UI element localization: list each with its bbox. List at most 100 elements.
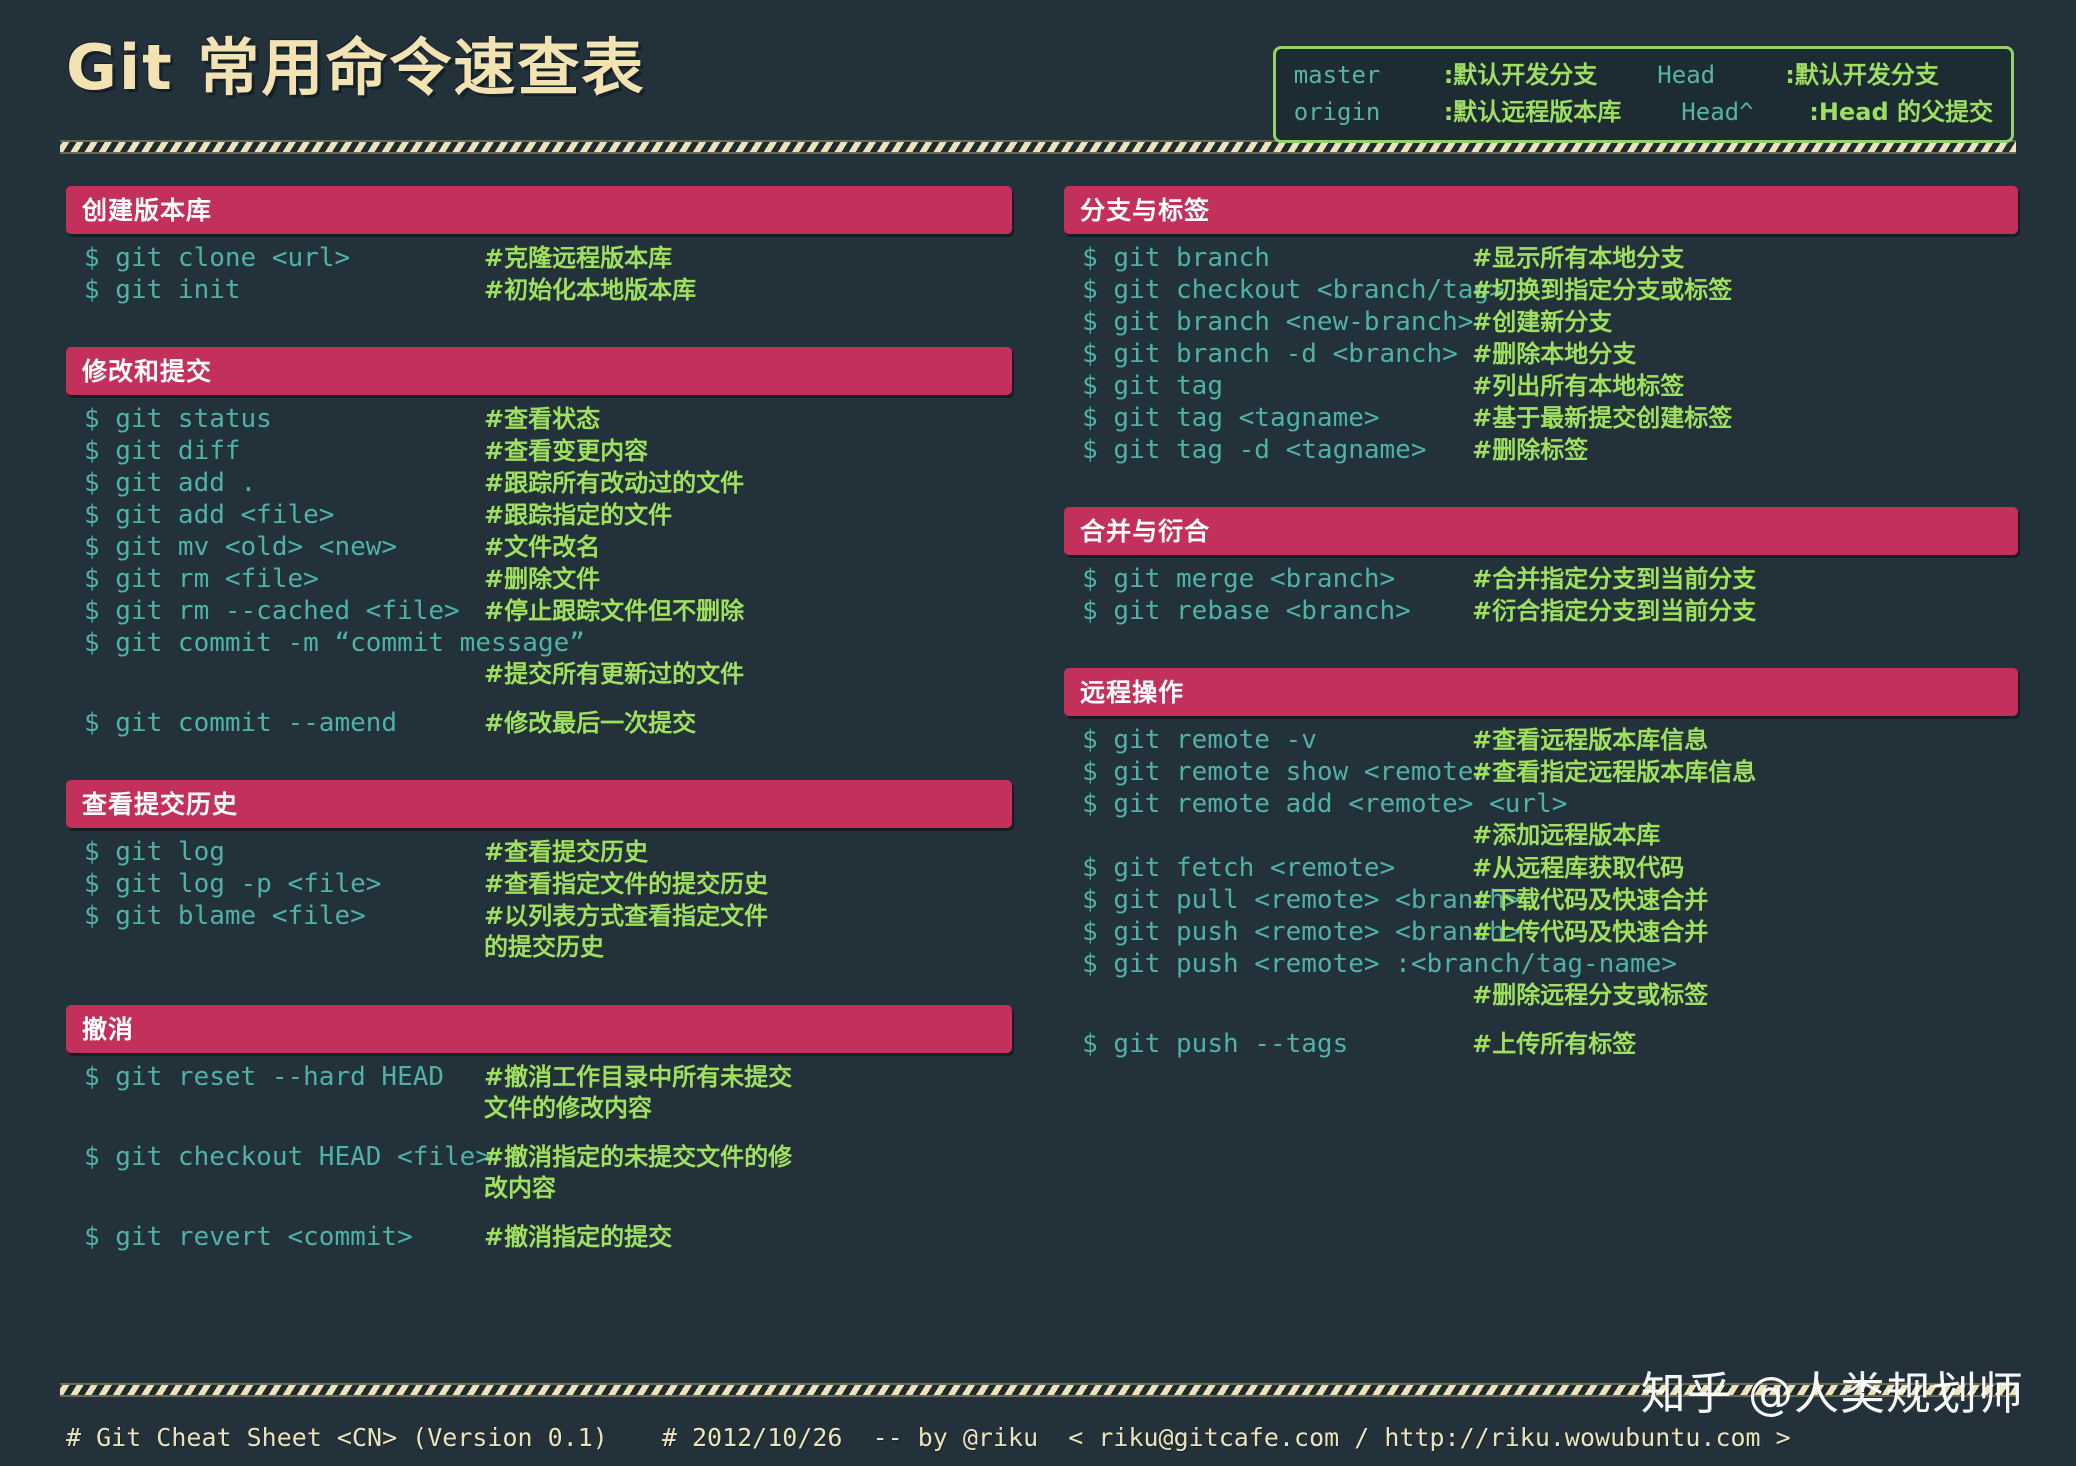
comment-text: #切换到指定分支或标签 (1472, 276, 1733, 304)
section-heading: 查看提交历史 (66, 780, 1013, 828)
command-row: $ git mv <old> <new> #文件改名 (84, 532, 1012, 564)
legend-value-head: :默认开发分支 (1785, 61, 1939, 89)
command-text: $ git commit --amend (84, 708, 398, 738)
command-text: $ git add <file> (84, 500, 335, 530)
page-title: Git 常用命令速查表 (66, 31, 646, 104)
comment-text: #合并指定分支到当前分支 (1472, 565, 1757, 593)
command-text: $ git tag (1082, 371, 1223, 401)
command-row: 文件的修改内容 (84, 1094, 1012, 1126)
command-text: $ git rm --cached <file> (84, 596, 460, 626)
command-text: $ git diff (84, 436, 241, 466)
content-columns: 创建版本库 $ git clone <url> #克隆远程版本库 $ git init… (58, 154, 2018, 1304)
command-row: $ git checkout <branch/tag> #切换到指定分支或标签 (1082, 275, 2018, 307)
comment-text: #删除标签 (1472, 436, 1589, 464)
command-section: 创建版本库 $ git clone <url> #克隆远程版本库 $ git init… (66, 186, 1013, 341)
command-row: $ git push <remote> <branch> #上传代码及快速合并 (1082, 917, 2018, 949)
comment-text: #跟踪所有改动过的文件 (484, 469, 745, 497)
section-heading: 撤消 (66, 1005, 1013, 1053)
command-list: $ git log #查看提交历史 $ git log -p <file> #查看指定… (66, 828, 1012, 965)
command-text: $ git commit -m “commit message” (84, 628, 585, 658)
command-row: $ git rm --cached <file> #停止跟踪文件但不删除 (84, 596, 1012, 628)
command-row: #提交所有更新过的文件 (84, 660, 1012, 692)
command-row: $ git push <remote> :<branch/tag-name> (1082, 949, 2018, 981)
command-text: $ git blame <file> (84, 901, 366, 931)
comment-text: #查看提交历史 (484, 838, 649, 866)
command-row: 改内容 (84, 1174, 1012, 1206)
row-spacer (84, 692, 1012, 708)
comment-text: #撤消工作目录中所有未提交 (484, 1063, 793, 1091)
legend-key-head-caret: Head^ (1681, 98, 1754, 127)
comment-text: #显示所有本地分支 (1472, 244, 1685, 272)
section-heading: 远程操作 (1064, 668, 2018, 716)
comment-text: #删除远程分支或标签 (1472, 981, 1709, 1009)
footer-right-text: # 2012/10/26 -- by @riku < riku@gitcafe.… (661, 1423, 1791, 1452)
row-spacer (84, 1126, 1012, 1142)
command-text: $ git log (84, 837, 225, 867)
comment-text: #上传代码及快速合并 (1472, 918, 1709, 946)
command-text: $ git status (84, 404, 272, 434)
left-column: 创建版本库 $ git clone <url> #克隆远程版本库 $ git init… (58, 186, 1013, 1304)
legend-key-head: Head (1657, 61, 1716, 89)
legend-value-head-caret: :Head 的父提交 (1809, 98, 1993, 127)
comment-text: #删除文件 (484, 565, 601, 593)
command-row: #删除远程分支或标签 (1082, 981, 2018, 1013)
command-row: $ git clone <url> #克隆远程版本库 (84, 243, 1012, 275)
command-row: $ git merge <branch> #合并指定分支到当前分支 (1082, 564, 2018, 596)
command-row: $ git rm <file> #删除文件 (84, 564, 1012, 596)
section-heading: 创建版本库 (66, 186, 1013, 234)
comment-text: #列出所有本地标签 (1472, 372, 1685, 400)
comment-text: #添加远程版本库 (1472, 821, 1661, 849)
comment-text: #下载代码及快速合并 (1472, 886, 1709, 914)
command-text: $ git revert <commit> (84, 1222, 413, 1252)
command-row: $ git diff #查看变更内容 (84, 436, 1012, 468)
command-text: $ git init (84, 275, 241, 305)
command-text: $ git reset --hard HEAD (84, 1062, 445, 1092)
command-row: $ git init #初始化本地版本库 (84, 275, 1012, 307)
command-row: 的提交历史 (84, 933, 1012, 965)
legend-row: master :默认开发分支 Head :默认开发分支 (1294, 57, 1993, 94)
command-row: $ git tag #列出所有本地标签 (1082, 371, 2018, 403)
cheatsheet-page: Git 常用命令速查表 master :默认开发分支 Head :默认开发分支 … (0, 0, 2076, 1466)
command-text: $ git fetch <remote> (1082, 853, 1396, 883)
comment-text: #撤消指定的未提交文件的修 (484, 1143, 793, 1171)
command-row: $ git push --tags #上传所有标签 (1082, 1029, 2018, 1061)
comment-text: #查看指定文件的提交历史 (484, 870, 769, 898)
command-row: $ git commit --amend #修改最后一次提交 (84, 708, 1012, 740)
command-text: $ git push --tags (1082, 1029, 1349, 1059)
command-text: $ git log -p <file> (84, 869, 382, 899)
command-list: $ git remote -v #查看远程版本库信息 $ git remote sh… (1064, 716, 2018, 1061)
command-row: #添加远程版本库 (1082, 821, 2018, 853)
comment-text: #初始化本地版本库 (484, 276, 697, 304)
command-list: $ git branch #显示所有本地分支 $ git checkout <bra… (1064, 234, 2018, 467)
section-heading: 分支与标签 (1064, 186, 2018, 234)
command-row: $ git branch <new-branch> #创建新分支 (1082, 307, 2018, 339)
command-section: 分支与标签 $ git branch #显示所有本地分支 $ git checkout… (1064, 186, 2018, 501)
command-text: $ git pull <remote> <branch> (1082, 885, 1521, 915)
comment-text: #从远程库获取代码 (1472, 854, 1685, 882)
command-row: $ git log -p <file> #查看指定文件的提交历史 (84, 869, 1012, 901)
command-row: $ git add . #跟踪所有改动过的文件 (84, 468, 1012, 500)
legend-key-origin: origin (1293, 98, 1381, 127)
command-text: $ git rebase <branch> (1082, 596, 1411, 626)
command-section: 远程操作 $ git remote -v #查看远程版本库信息 $ git remot… (1064, 668, 2018, 1095)
page-header: Git 常用命令速查表 master :默认开发分支 Head :默认开发分支 … (58, 0, 2018, 144)
comment-text: #修改最后一次提交 (484, 709, 697, 737)
command-list: $ git status #查看状态 $ git diff #查看变更内容 $ git … (66, 395, 1012, 740)
legend-key-master: master (1293, 61, 1381, 89)
command-text: $ git checkout HEAD <file> (84, 1142, 491, 1172)
command-row: $ git fetch <remote> #从远程库获取代码 (1082, 853, 2018, 885)
command-text: $ git branch -d <branch> (1082, 339, 1458, 369)
command-row: $ git remote show <remote> #查看指定远程版本库信息 (1082, 757, 2018, 789)
command-text: $ git add . (84, 468, 257, 498)
comment-text: #查看指定远程版本库信息 (1472, 758, 1757, 786)
legend-box: master :默认开发分支 Head :默认开发分支 origin :默认远程… (1272, 46, 2014, 144)
command-row: $ git reset --hard HEAD #撤消工作目录中所有未提交 (84, 1062, 1012, 1094)
command-text: $ git branch <new-branch> (1082, 307, 1474, 337)
command-section: 查看提交历史 $ git log #查看提交历史 $ git log -p <file… (66, 780, 1013, 999)
command-text: $ git branch (1082, 243, 1270, 273)
command-row: $ git blame <file> #以列表方式查看指定文件 (84, 901, 1012, 933)
